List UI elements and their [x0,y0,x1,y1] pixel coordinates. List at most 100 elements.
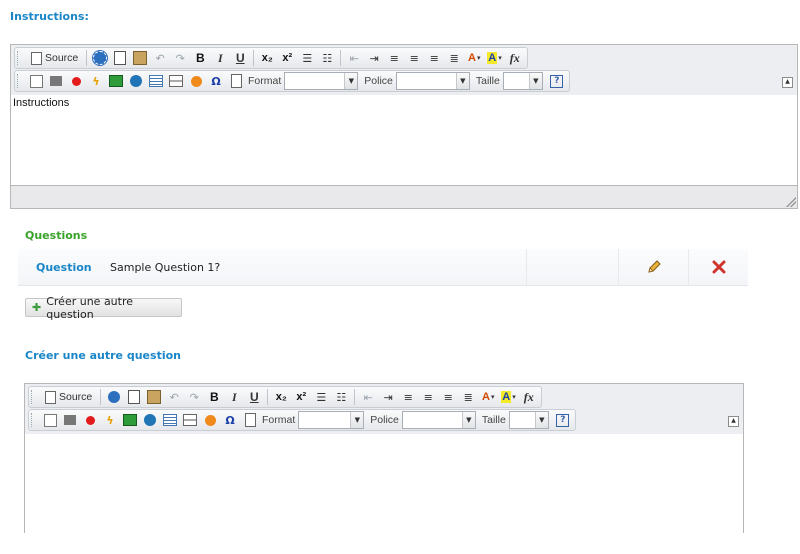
align-right-icon[interactable]: ≡ [440,388,456,406]
font-label: Police [370,414,399,426]
justify-icon[interactable]: ≣ [446,49,462,67]
outdent-icon[interactable]: ⇤ [346,49,362,67]
question-row: Question Sample Question 1? [18,249,748,286]
table-icon[interactable] [148,72,164,90]
page-break-icon[interactable] [228,72,244,90]
toolbar-grip[interactable] [17,74,22,88]
font-select[interactable]: ▼ [401,411,476,429]
image-icon[interactable] [108,72,124,90]
redo-icon[interactable]: ↷ [186,388,202,406]
toolbar-grip[interactable] [17,51,22,65]
numbered-list-icon[interactable]: ☰ [299,49,315,67]
bg-color-button[interactable]: A ▾ [500,388,516,406]
subscript-button[interactable]: x₂ [273,388,289,406]
italic-button[interactable]: I [212,49,228,67]
help-icon[interactable]: ? [549,72,565,90]
chevron-down-icon: ▼ [344,73,358,89]
horizontal-rule-icon[interactable] [182,411,198,429]
underline-button[interactable]: U [232,49,248,67]
pencil-icon[interactable] [646,259,662,275]
flash-icon[interactable]: ϟ [88,72,104,90]
flash-icon[interactable]: ϟ [102,411,118,429]
delete-icon[interactable] [712,260,726,274]
underline-button[interactable]: U [246,388,262,406]
bold-button[interactable]: B [192,49,208,67]
paste-icon[interactable] [132,49,148,67]
smiley-icon[interactable] [188,72,204,90]
question-editor: Source ↶ ↷ B I U x₂ x² ☰ ☷ ⇤ ⇥ ≡ ≡ ≡ ≣ A… [24,383,744,554]
redo-icon[interactable]: ↷ [172,49,188,67]
bold-button[interactable]: B [206,388,222,406]
chevron-down-icon: ▼ [461,412,475,428]
italic-button[interactable]: I [226,388,242,406]
preview-icon[interactable] [126,388,142,406]
resize-handle[interactable] [786,197,796,207]
subscript-button[interactable]: x₂ [259,49,275,67]
link-icon[interactable] [128,72,144,90]
edit-icon[interactable] [28,72,44,90]
text-color-button[interactable]: A ▾ [466,49,482,67]
instructions-editor: Source ↶ ↷ B I U x₂ x² ☰ ☷ ⇤ ⇥ ≡ ≡ ≡ ≣ A… [10,44,798,209]
indent-icon[interactable]: ⇥ [380,388,396,406]
special-char-icon[interactable]: Ω [208,72,224,90]
paste-icon[interactable] [146,388,162,406]
media-icon[interactable] [62,411,78,429]
format-select[interactable]: ▼ [284,72,359,90]
media-icon[interactable] [48,72,64,90]
font-select[interactable]: ▼ [395,72,470,90]
special-char-icon[interactable]: Ω [222,411,238,429]
size-select[interactable]: ▼ [508,411,549,429]
smiley-icon[interactable] [202,411,218,429]
record-icon[interactable] [68,72,84,90]
align-right-icon[interactable]: ≡ [426,49,442,67]
toolbar-row-2: ϟ Ω Format ▼ Police ▼ Taille ▼ ? [14,70,570,92]
image-icon[interactable] [122,411,138,429]
align-left-icon[interactable]: ≡ [400,388,416,406]
undo-icon[interactable]: ↶ [166,388,182,406]
instructions-title: Instructions: [10,10,89,23]
superscript-button[interactable]: x² [293,388,309,406]
instructions-content-area[interactable]: Instructions [11,95,797,186]
align-center-icon[interactable]: ≡ [420,388,436,406]
format-select[interactable]: ▼ [298,411,365,429]
indent-icon[interactable]: ⇥ [366,49,382,67]
toolbar-grip[interactable] [31,413,36,427]
question-content-area[interactable] [25,434,743,554]
formula-button[interactable]: fx [521,388,537,406]
undo-icon[interactable]: ↶ [152,49,168,67]
text-color-button[interactable]: A ▾ [480,388,496,406]
horizontal-rule-icon[interactable] [168,72,184,90]
outdent-icon[interactable]: ⇤ [360,388,376,406]
bg-color-icon: A [487,52,498,64]
collapse-toolbar-button[interactable]: ▲ [782,77,793,88]
align-left-icon[interactable]: ≡ [386,49,402,67]
source-button[interactable]: Source [42,388,95,406]
source-icon [45,390,56,404]
bulleted-list-icon[interactable]: ☷ [333,388,349,406]
record-icon[interactable] [82,411,98,429]
question-content-text [25,434,743,438]
edit-icon[interactable] [42,411,58,429]
preview-icon[interactable] [112,49,128,67]
toolbar-row-1: Source ↶ ↷ B I U x₂ x² ☰ ☷ ⇤ ⇥ ≡ ≡ ≡ ≣ A… [14,47,528,69]
justify-icon[interactable]: ≣ [460,388,476,406]
bg-color-icon: A [501,391,512,403]
link-icon[interactable] [142,411,158,429]
size-select[interactable]: ▼ [502,72,543,90]
bulleted-list-icon[interactable]: ☷ [319,49,335,67]
align-center-icon[interactable]: ≡ [406,49,422,67]
numbered-list-icon[interactable]: ☰ [313,388,329,406]
toolbar-grip[interactable] [31,390,36,404]
select-all-icon[interactable] [106,388,122,406]
select-all-icon[interactable] [92,49,109,67]
help-icon[interactable]: ? [555,411,571,429]
formula-button[interactable]: fx [507,49,523,67]
source-button[interactable]: Source [28,49,81,67]
superscript-button[interactable]: x² [279,49,295,67]
create-question-button[interactable]: ✚ Créer une autre question [25,295,182,321]
page-break-icon[interactable] [242,411,258,429]
collapse-toolbar-button[interactable]: ▲ [728,416,739,427]
bg-color-button[interactable]: A ▾ [486,49,502,67]
format-label: Format [262,414,296,426]
table-icon[interactable] [162,411,178,429]
